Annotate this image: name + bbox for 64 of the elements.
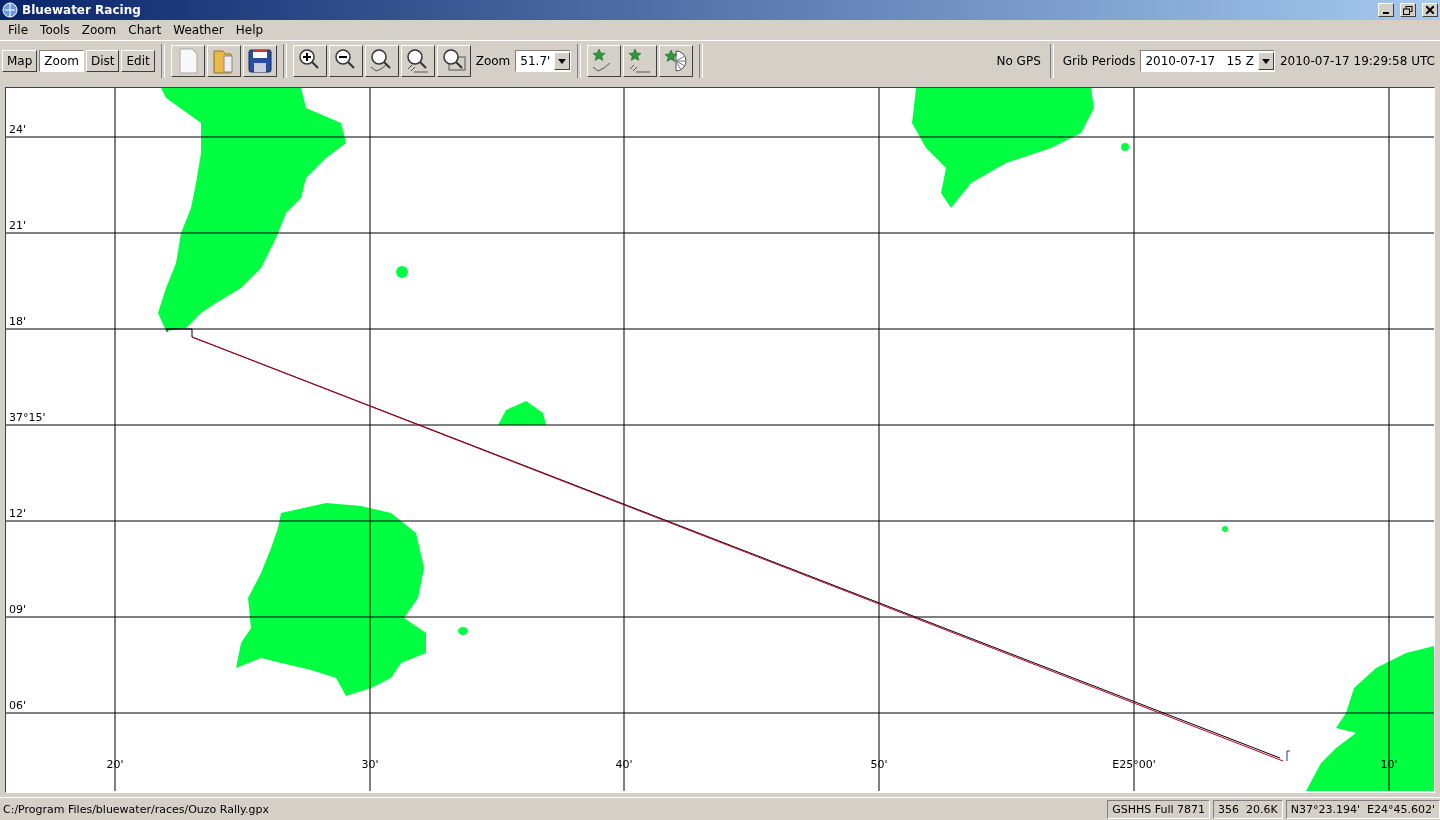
mode-button[interactable]: Zoom bbox=[39, 50, 84, 72]
latitude-label: 06' bbox=[9, 699, 27, 712]
longitude-label: 10' bbox=[1380, 758, 1398, 771]
magnifier-route-button[interactable] bbox=[364, 45, 399, 77]
longitude-label: 40' bbox=[615, 758, 633, 771]
status-section: N37°23.194' E24°45.602' bbox=[1285, 799, 1440, 819]
longitude-label: 30' bbox=[361, 758, 379, 771]
latitude-label: 24' bbox=[9, 123, 27, 136]
latitude-label: 18' bbox=[9, 315, 27, 328]
caret-icon bbox=[558, 58, 567, 64]
island bbox=[1121, 143, 1129, 151]
island bbox=[396, 266, 408, 278]
grib-dropdown[interactable]: 2010-07-17 15 Z bbox=[1140, 50, 1275, 72]
start-marker bbox=[166, 327, 193, 338]
menu-item[interactable]: Zoom bbox=[75, 23, 123, 37]
latitude-label: 37°15' bbox=[9, 411, 46, 424]
chart-map[interactable]: 24' 21' 18' 37°15' 12' 09' 06' 20' 30' 40' 50' E25°00' 10' bbox=[5, 87, 1435, 793]
grib-label: Grib Periods bbox=[1061, 54, 1137, 68]
window-title: Bluewater Racing bbox=[22, 3, 142, 17]
mode-button[interactable]: Dist bbox=[85, 50, 120, 72]
time-label: 2010-07-17 19:29:58 UTC bbox=[1278, 54, 1436, 68]
menu-item[interactable]: Chart bbox=[122, 23, 168, 37]
menu-item[interactable]: Help bbox=[229, 23, 270, 37]
mode-button[interactable]: Map bbox=[2, 50, 38, 72]
island bbox=[458, 627, 468, 635]
menu-item[interactable]: Weather bbox=[167, 23, 230, 37]
minimize-button[interactable] bbox=[1378, 3, 1394, 17]
mode-button[interactable]: Edit bbox=[121, 50, 155, 72]
caret-icon bbox=[1261, 58, 1270, 64]
zoom-dropdown[interactable]: 51.7' bbox=[515, 50, 572, 72]
new-document-button[interactable] bbox=[170, 45, 205, 77]
close-icon bbox=[1426, 6, 1434, 14]
globe-icon bbox=[2, 2, 18, 18]
gps-status: No GPS bbox=[995, 54, 1042, 68]
dropdown-button[interactable] bbox=[554, 52, 571, 70]
star-polar-button[interactable] bbox=[659, 45, 694, 77]
latitude-label: 12' bbox=[9, 507, 27, 520]
magnifier-wake-button[interactable] bbox=[400, 45, 435, 77]
restore-button[interactable] bbox=[1400, 3, 1416, 17]
finish-flag-icon bbox=[1286, 750, 1291, 762]
longitude-label: 50' bbox=[870, 758, 888, 771]
menu-item[interactable]: Tools bbox=[34, 23, 76, 37]
longitude-label: E25°00' bbox=[1112, 758, 1156, 771]
zoom-out-button[interactable] bbox=[328, 45, 363, 77]
zoom-in-button[interactable] bbox=[292, 45, 327, 77]
longitude-label: 20' bbox=[106, 758, 124, 771]
dropdown-button[interactable] bbox=[1257, 52, 1274, 70]
restore-icon bbox=[1403, 5, 1413, 15]
close-button[interactable] bbox=[1422, 3, 1438, 17]
latitude-label: 21' bbox=[9, 219, 27, 232]
menu-item[interactable]: File bbox=[2, 23, 35, 37]
zoom-label: Zoom bbox=[474, 54, 512, 68]
magnifier-rectangle-button[interactable] bbox=[436, 45, 471, 77]
status-section: 356 20.6K bbox=[1213, 799, 1283, 819]
star-route-button[interactable] bbox=[587, 45, 622, 77]
island bbox=[1222, 526, 1228, 532]
island bbox=[498, 401, 546, 425]
save-icon bbox=[245, 47, 274, 75]
save-button[interactable] bbox=[242, 45, 277, 77]
star-wake-button[interactable] bbox=[623, 45, 658, 77]
folder-button[interactable] bbox=[206, 45, 241, 77]
latitude-label: 09' bbox=[9, 603, 27, 616]
status-section: GSHHS Full 7871 bbox=[1107, 799, 1211, 819]
file-path: C:/Program Files/bluewater/races/Ouzo Rally.gpx bbox=[2, 802, 270, 816]
